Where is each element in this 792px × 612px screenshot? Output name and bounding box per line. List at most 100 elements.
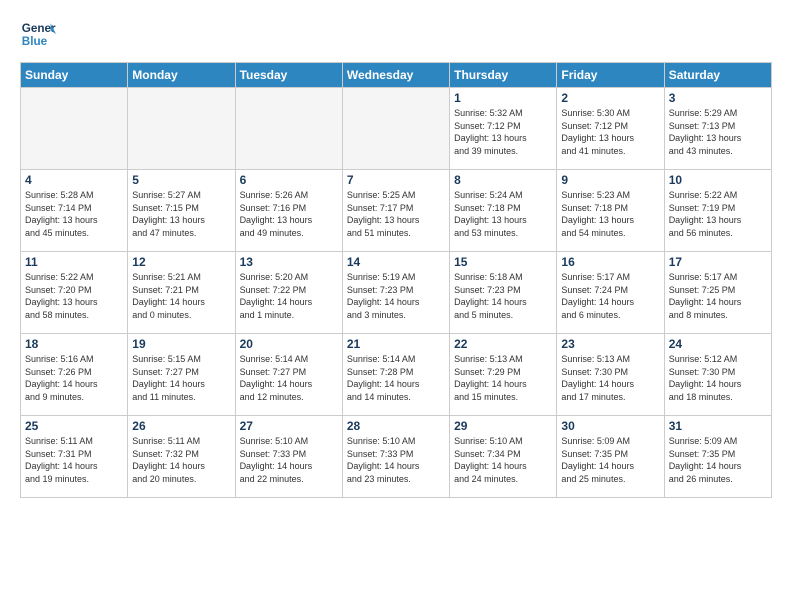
week-row-4: 18 Sunrise: 5:16 AM Sunset: 7:26 PM Dayli… [21,334,772,416]
calendar-cell: 23 Sunrise: 5:13 AM Sunset: 7:30 PM Dayli… [557,334,664,416]
day-info: Sunrise: 5:28 AM Sunset: 7:14 PM Dayligh… [25,189,123,239]
day-number: 14 [347,255,445,269]
calendar-cell: 20 Sunrise: 5:14 AM Sunset: 7:27 PM Dayli… [235,334,342,416]
day-info: Sunrise: 5:09 AM Sunset: 7:35 PM Dayligh… [561,435,659,485]
header: General Blue [20,16,772,52]
calendar-cell: 10Sunrise: 5:22 AM Sunset: 7:19 PM Dayli… [664,170,771,252]
weekday-header-sunday: Sunday [21,63,128,88]
day-number: 23 [561,337,659,351]
day-number: 16 [561,255,659,269]
calendar-table: SundayMondayTuesdayWednesdayThursdayFrid… [20,62,772,498]
calendar-cell: 14Sunrise: 5:19 AM Sunset: 7:23 PM Dayli… [342,252,449,334]
calendar-cell: 5 Sunrise: 5:27 AM Sunset: 7:15 PM Daylig… [128,170,235,252]
svg-text:Blue: Blue [22,35,48,48]
calendar-cell: 13 Sunrise: 5:20 AM Sunset: 7:22 PM Dayli… [235,252,342,334]
week-row-3: 11 Sunrise: 5:22 AM Sunset: 7:20 PM Dayli… [21,252,772,334]
calendar-cell: 12Sunrise: 5:21 AM Sunset: 7:21 PM Dayli… [128,252,235,334]
calendar-cell: 9 Sunrise: 5:23 AM Sunset: 7:18 PM Daylig… [557,170,664,252]
weekday-header-wednesday: Wednesday [342,63,449,88]
day-info: Sunrise: 5:12 AM Sunset: 7:30 PM Dayligh… [669,353,767,403]
day-number: 17 [669,255,767,269]
day-number: 28 [347,419,445,433]
calendar-cell: 29 Sunrise: 5:10 AM Sunset: 7:34 PM Dayli… [450,416,557,498]
calendar-cell: 6 Sunrise: 5:26 AM Sunset: 7:16 PM Daylig… [235,170,342,252]
calendar-cell: 1 Sunrise: 5:32 AM Sunset: 7:12 PM Daylig… [450,88,557,170]
calendar-cell: 22 Sunrise: 5:13 AM Sunset: 7:29 PM Dayli… [450,334,557,416]
calendar-cell: 11 Sunrise: 5:22 AM Sunset: 7:20 PM Dayli… [21,252,128,334]
day-number: 7 [347,173,445,187]
day-info: Sunrise: 5:26 AM Sunset: 7:16 PM Dayligh… [240,189,338,239]
calendar-cell: 16 Sunrise: 5:17 AM Sunset: 7:24 PM Dayli… [557,252,664,334]
day-number: 13 [240,255,338,269]
calendar-cell: 7 Sunrise: 5:25 AM Sunset: 7:17 PM Daylig… [342,170,449,252]
day-info: Sunrise: 5:16 AM Sunset: 7:26 PM Dayligh… [25,353,123,403]
calendar-cell: 24 Sunrise: 5:12 AM Sunset: 7:30 PM Dayli… [664,334,771,416]
weekday-header-saturday: Saturday [664,63,771,88]
calendar-cell [342,88,449,170]
day-number: 6 [240,173,338,187]
calendar-cell: 2Sunrise: 5:30 AM Sunset: 7:12 PM Daylig… [557,88,664,170]
day-info: Sunrise: 5:18 AM Sunset: 7:23 PM Dayligh… [454,271,552,321]
day-number: 8 [454,173,552,187]
day-number: 22 [454,337,552,351]
day-info: Sunrise: 5:20 AM Sunset: 7:22 PM Dayligh… [240,271,338,321]
day-info: Sunrise: 5:21 AM Sunset: 7:21 PM Dayligh… [132,271,230,321]
calendar-cell: 4 Sunrise: 5:28 AM Sunset: 7:14 PM Daylig… [21,170,128,252]
day-number: 1 [454,91,552,105]
weekday-header-friday: Friday [557,63,664,88]
calendar-cell: 26Sunrise: 5:11 AM Sunset: 7:32 PM Dayli… [128,416,235,498]
day-number: 26 [132,419,230,433]
day-number: 27 [240,419,338,433]
calendar-cell [21,88,128,170]
day-info: Sunrise: 5:32 AM Sunset: 7:12 PM Dayligh… [454,107,552,157]
calendar-cell [128,88,235,170]
weekday-header-tuesday: Tuesday [235,63,342,88]
day-info: Sunrise: 5:17 AM Sunset: 7:24 PM Dayligh… [561,271,659,321]
day-info: Sunrise: 5:25 AM Sunset: 7:17 PM Dayligh… [347,189,445,239]
calendar-cell: 15 Sunrise: 5:18 AM Sunset: 7:23 PM Dayli… [450,252,557,334]
day-info: Sunrise: 5:30 AM Sunset: 7:12 PM Dayligh… [561,107,659,157]
day-info: Sunrise: 5:17 AM Sunset: 7:25 PM Dayligh… [669,271,767,321]
day-info: Sunrise: 5:27 AM Sunset: 7:15 PM Dayligh… [132,189,230,239]
day-info: Sunrise: 5:14 AM Sunset: 7:27 PM Dayligh… [240,353,338,403]
calendar-cell: 17 Sunrise: 5:17 AM Sunset: 7:25 PM Dayli… [664,252,771,334]
day-info: Sunrise: 5:13 AM Sunset: 7:30 PM Dayligh… [561,353,659,403]
day-number: 31 [669,419,767,433]
day-info: Sunrise: 5:23 AM Sunset: 7:18 PM Dayligh… [561,189,659,239]
week-row-5: 25Sunrise: 5:11 AM Sunset: 7:31 PM Dayli… [21,416,772,498]
day-number: 11 [25,255,123,269]
weekday-header-monday: Monday [128,63,235,88]
day-info: Sunrise: 5:24 AM Sunset: 7:18 PM Dayligh… [454,189,552,239]
day-number: 5 [132,173,230,187]
calendar-cell: 8 Sunrise: 5:24 AM Sunset: 7:18 PM Daylig… [450,170,557,252]
calendar-cell: 27 Sunrise: 5:10 AM Sunset: 7:33 PM Dayli… [235,416,342,498]
day-info: Sunrise: 5:09 AM Sunset: 7:35 PM Dayligh… [669,435,767,485]
day-number: 9 [561,173,659,187]
day-number: 19 [132,337,230,351]
calendar-cell: 3Sunrise: 5:29 AM Sunset: 7:13 PM Daylig… [664,88,771,170]
day-info: Sunrise: 5:22 AM Sunset: 7:20 PM Dayligh… [25,271,123,321]
logo-icon: General Blue [20,16,56,52]
day-info: Sunrise: 5:10 AM Sunset: 7:34 PM Dayligh… [454,435,552,485]
day-number: 15 [454,255,552,269]
week-row-2: 4 Sunrise: 5:28 AM Sunset: 7:14 PM Daylig… [21,170,772,252]
day-number: 24 [669,337,767,351]
calendar-cell: 18 Sunrise: 5:16 AM Sunset: 7:26 PM Dayli… [21,334,128,416]
day-info: Sunrise: 5:22 AM Sunset: 7:19 PM Dayligh… [669,189,767,239]
calendar-cell: 31 Sunrise: 5:09 AM Sunset: 7:35 PM Dayli… [664,416,771,498]
weekday-header-row: SundayMondayTuesdayWednesdayThursdayFrid… [21,63,772,88]
day-number: 29 [454,419,552,433]
weekday-header-thursday: Thursday [450,63,557,88]
day-info: Sunrise: 5:13 AM Sunset: 7:29 PM Dayligh… [454,353,552,403]
day-number: 3 [669,91,767,105]
calendar-cell: 19 Sunrise: 5:15 AM Sunset: 7:27 PM Dayli… [128,334,235,416]
calendar-cell [235,88,342,170]
calendar-cell: 25Sunrise: 5:11 AM Sunset: 7:31 PM Dayli… [21,416,128,498]
day-number: 18 [25,337,123,351]
day-number: 20 [240,337,338,351]
day-number: 4 [25,173,123,187]
day-number: 21 [347,337,445,351]
day-info: Sunrise: 5:11 AM Sunset: 7:31 PM Dayligh… [25,435,123,485]
day-info: Sunrise: 5:15 AM Sunset: 7:27 PM Dayligh… [132,353,230,403]
day-info: Sunrise: 5:10 AM Sunset: 7:33 PM Dayligh… [240,435,338,485]
